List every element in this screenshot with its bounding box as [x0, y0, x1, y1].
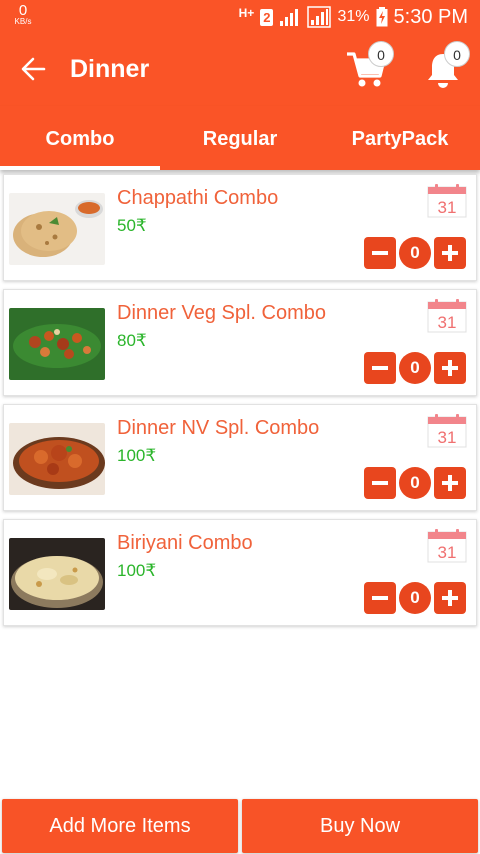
item-price: 80₹ [117, 331, 147, 350]
app-bar: Dinner 0 0 [0, 34, 480, 106]
tab-partypack[interactable]: PartyPack [320, 106, 480, 170]
calendar-day: 31 [438, 428, 457, 447]
calendar-icon[interactable]: 31 [427, 299, 467, 333]
item-image [9, 308, 105, 380]
minus-icon [372, 251, 388, 255]
increment-button[interactable] [434, 467, 466, 499]
clock: 5:30 PM [393, 5, 468, 28]
calendar-day: 31 [438, 313, 457, 332]
menu-item-card[interactable]: Chappathi Combo 50₹ 31 0 [3, 174, 477, 281]
plus-icon [442, 475, 458, 491]
notification-count-badge: 0 [444, 41, 470, 67]
sim-slot-badge: 2 [260, 8, 274, 26]
network-type: H+ [238, 6, 255, 20]
decrement-button[interactable] [364, 582, 396, 614]
calendar-day: 31 [438, 543, 457, 562]
calendar-day: 31 [438, 198, 457, 217]
decrement-button[interactable] [364, 352, 396, 384]
quantity-value: 0 [399, 582, 431, 614]
status-bar: 0 KB/s H+ 2 31% 5:30 PM [0, 0, 480, 34]
quantity-stepper: 0 [364, 352, 466, 384]
menu-item-card[interactable]: Dinner Veg Spl. Combo 80₹ 31 0 [3, 289, 477, 396]
increment-button[interactable] [434, 352, 466, 384]
item-name: Chappathi Combo [117, 187, 279, 209]
tab-selected-indicator [0, 166, 160, 170]
menu-item-card[interactable]: Dinner NV Spl. Combo 100₹ 31 0 [3, 404, 477, 511]
plus-icon [442, 360, 458, 376]
quantity-stepper: 0 [364, 582, 466, 614]
add-more-items-button[interactable]: Add More Items [2, 799, 238, 853]
menu-item-card[interactable]: Biriyani Combo 100₹ 31 0 [3, 519, 477, 626]
quantity-value: 0 [399, 467, 431, 499]
plus-icon [442, 245, 458, 261]
minus-icon [372, 366, 388, 370]
tab-combo[interactable]: Combo [0, 106, 160, 170]
buy-now-button[interactable]: Buy Now [242, 799, 478, 853]
increment-button[interactable] [434, 582, 466, 614]
page-title: Dinner [70, 55, 150, 83]
quantity-value: 0 [399, 352, 431, 384]
net-speed-indicator: 0 KB/s [10, 3, 36, 26]
quantity-stepper: 0 [364, 237, 466, 269]
back-arrow-icon[interactable] [20, 56, 46, 82]
net-speed-value: 0 [18, 2, 28, 19]
battery-percent: 31% [337, 8, 370, 25]
net-speed-unit: KB/s [14, 17, 32, 26]
tab-bar: Combo Regular PartyPack [0, 106, 480, 170]
item-price: 50₹ [117, 216, 147, 235]
tab-regular[interactable]: Regular [160, 106, 320, 170]
item-image [9, 193, 105, 265]
item-name: Biriyani Combo [117, 532, 253, 554]
signal-icon-2 [307, 6, 332, 28]
calendar-icon[interactable]: 31 [427, 184, 467, 218]
item-price: 100₹ [117, 561, 157, 580]
item-image [9, 423, 105, 495]
decrement-button[interactable] [364, 467, 396, 499]
battery-charging-icon [376, 7, 388, 27]
signal-icon [280, 9, 299, 26]
item-price: 100₹ [117, 446, 157, 465]
minus-icon [372, 481, 388, 485]
calendar-icon[interactable]: 31 [427, 414, 467, 448]
plus-icon [442, 590, 458, 606]
decrement-button[interactable] [364, 237, 396, 269]
minus-icon [372, 596, 388, 600]
calendar-icon[interactable]: 31 [427, 529, 467, 563]
item-name: Dinner Veg Spl. Combo [117, 302, 327, 324]
quantity-stepper: 0 [364, 467, 466, 499]
quantity-value: 0 [399, 237, 431, 269]
item-name: Dinner NV Spl. Combo [117, 417, 320, 439]
item-image [9, 538, 105, 610]
cart-count-badge: 0 [368, 41, 394, 67]
increment-button[interactable] [434, 237, 466, 269]
